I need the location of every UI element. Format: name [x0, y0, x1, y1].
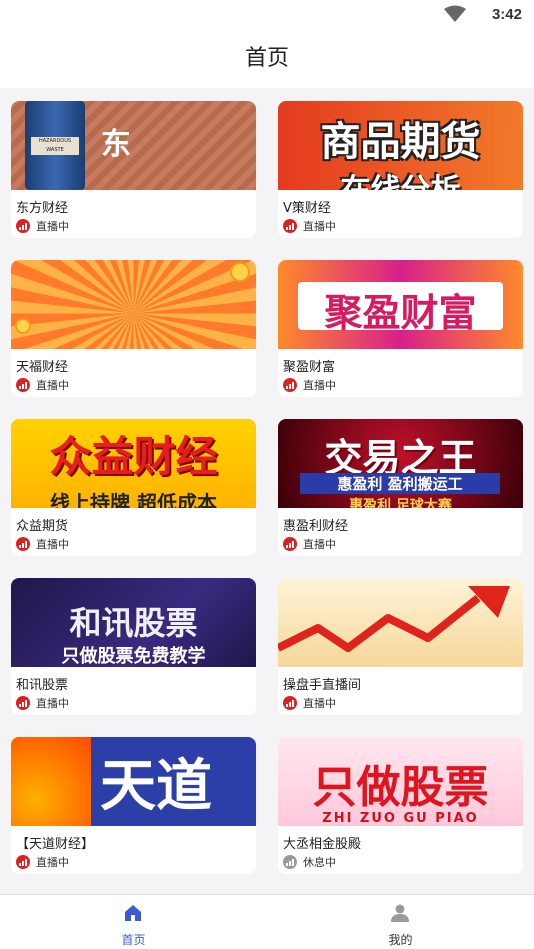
status-text: 直播中	[36, 378, 69, 392]
channel-thumbnail: 天道	[11, 737, 256, 826]
channel-card[interactable]: 和讯股票 只做股票免费教学 和讯股票 直播中	[11, 578, 256, 715]
tab-mine[interactable]: 我的	[267, 895, 534, 949]
home-icon	[125, 905, 141, 921]
channel-thumbnail: 众益财经 线上持牌 超低成本	[11, 419, 256, 508]
coin-icon	[15, 318, 31, 334]
channel-card[interactable]: 只做股票 ZHI ZUO GU PIAO 大丞相金股殿 休息中	[278, 737, 523, 874]
channel-name: 天福财经	[16, 360, 69, 375]
channel-name: 【天道财经】	[16, 837, 95, 852]
banner-subtext: 惠盈利 盈利搬运工	[300, 473, 500, 494]
status-text: 直播中	[303, 537, 336, 551]
channel-thumbnail	[11, 260, 256, 349]
banner-subtext: 惠盈利 足球大赛	[349, 498, 452, 508]
channel-card[interactable]: 天道 【天道财经】 直播中	[11, 737, 256, 874]
channel-grid: HAZARDOUSWASTE 东 东方财经 直播中 商品期货 在线分析 V策财经…	[0, 88, 534, 894]
page-header: 首页	[0, 30, 534, 88]
bottom-tab-bar: 首页 我的	[0, 894, 534, 949]
banner-text: 和讯股票	[69, 604, 198, 642]
live-icon	[16, 218, 30, 233]
status-bar: 3:42	[0, 0, 534, 30]
channel-card[interactable]: 操盘手直播间 直播中	[278, 578, 523, 715]
channel-card[interactable]: 商品期货 在线分析 V策财经 直播中	[278, 101, 523, 238]
channel-thumbnail: 和讯股票 只做股票免费教学	[11, 578, 256, 667]
live-icon	[16, 536, 30, 551]
rest-icon	[283, 854, 297, 869]
tab-home-label: 首页	[121, 933, 146, 947]
status-text: 休息中	[303, 855, 336, 869]
live-icon	[283, 536, 297, 551]
channel-thumbnail: 商品期货 在线分析	[278, 101, 523, 190]
banner-text: 聚盈财富	[324, 291, 477, 335]
banner-subtext: 只做股票免费教学	[61, 646, 206, 667]
status-text: 直播中	[303, 378, 336, 392]
channel-thumbnail	[278, 578, 523, 667]
channel-name: 和讯股票	[16, 678, 69, 693]
live-status: 直播中	[283, 377, 336, 392]
banner-subtext: ZHI ZUO GU PIAO	[322, 811, 479, 826]
banner-text: 商品期货	[320, 119, 481, 165]
channel-name: V策财经	[283, 201, 331, 216]
status-text: 直播中	[36, 537, 69, 551]
wifi-icon	[444, 5, 466, 22]
status-time: 3:42	[491, 6, 522, 23]
banner-subtext: 线上持牌 超低成本	[50, 491, 217, 508]
channel-name: 众益期货	[16, 519, 69, 534]
user-icon	[391, 904, 409, 922]
channel-name: 操盘手直播间	[283, 678, 362, 693]
banner-text: 天道	[100, 754, 212, 819]
channel-thumbnail: 只做股票 ZHI ZUO GU PIAO	[278, 737, 523, 826]
live-status: 直播中	[283, 536, 336, 551]
tab-home[interactable]: 首页	[0, 895, 267, 949]
status-text: 直播中	[36, 219, 69, 233]
live-icon	[283, 377, 297, 392]
channel-thumbnail: 聚盈财富	[278, 260, 523, 349]
status-text: 直播中	[303, 219, 336, 233]
live-icon	[16, 695, 30, 710]
live-status: 直播中	[283, 695, 336, 710]
status-text: 直播中	[36, 696, 69, 710]
live-status: 休息中	[283, 854, 336, 869]
channel-name: 大丞相金股殿	[283, 837, 362, 852]
live-status: 直播中	[16, 536, 69, 551]
channel-thumbnail: HAZARDOUS WASTE 东	[11, 101, 256, 190]
live-status: 直播中	[16, 695, 69, 710]
channel-name: 惠盈利财经	[283, 519, 349, 534]
channel-card[interactable]: 众益财经 线上持牌 超低成本 众益期货 直播中	[11, 419, 256, 556]
banner-subtext: 在线分析	[278, 165, 523, 190]
live-icon	[283, 218, 297, 233]
live-icon	[16, 854, 30, 869]
banner-text: 众益财经	[49, 432, 218, 481]
live-status: 直播中	[16, 377, 69, 392]
banner-text: 只做股票	[312, 762, 489, 813]
live-icon	[16, 377, 30, 392]
live-status: 直播中	[16, 854, 69, 869]
status-text: 直播中	[303, 696, 336, 710]
tab-mine-label: 我的	[388, 933, 413, 947]
channel-name: 东方财经	[16, 201, 69, 216]
coin-icon	[230, 262, 250, 282]
banner-text: 东	[101, 127, 131, 162]
rising-arrow-image	[278, 586, 510, 652]
channel-card[interactable]: 天福财经 直播中	[11, 260, 256, 397]
channel-card[interactable]: HAZARDOUS WASTE 东 东方财经 直播中	[11, 101, 256, 238]
status-text: 直播中	[36, 855, 69, 869]
channel-name: 聚盈财富	[283, 360, 336, 375]
channel-card[interactable]: 聚盈财富 聚盈财富 直播中	[278, 260, 523, 397]
page-title: 首页	[244, 46, 289, 71]
channel-card[interactable]: 交易之王 惠盈利 盈利搬运工 惠盈利 足球大赛 惠盈利财经 直播中	[278, 419, 523, 556]
live-icon	[283, 695, 297, 710]
live-status: 直播中	[16, 218, 69, 233]
live-status: 直播中	[283, 218, 336, 233]
channel-thumbnail: 交易之王 惠盈利 盈利搬运工 惠盈利 足球大赛	[278, 419, 523, 508]
